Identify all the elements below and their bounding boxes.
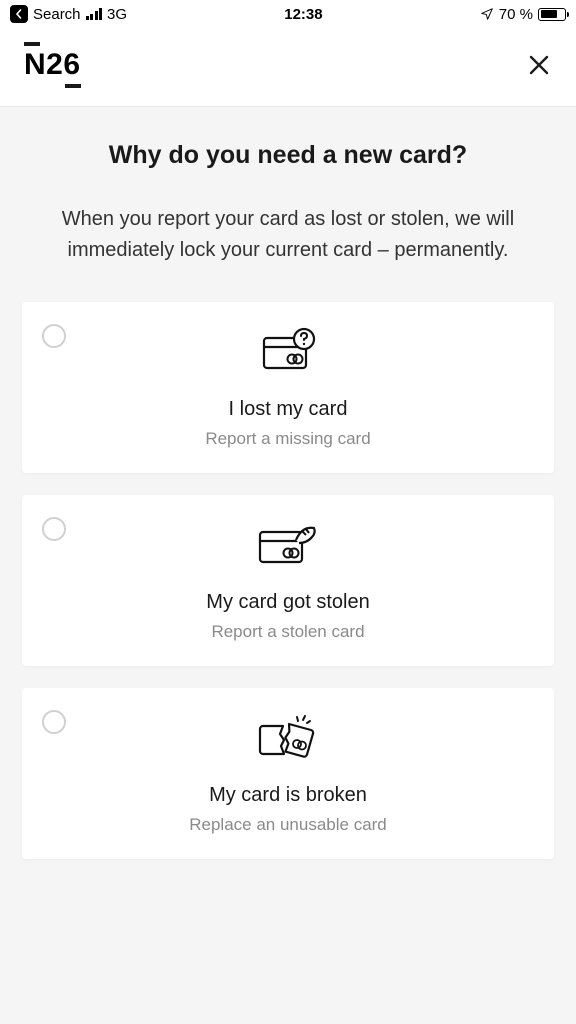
status-time: 12:38: [284, 6, 322, 23]
battery-percent: 70 %: [499, 6, 533, 23]
search-label[interactable]: Search: [33, 6, 81, 23]
option-title: I lost my card: [42, 398, 534, 421]
close-icon: [528, 54, 550, 76]
card-stolen-icon: [42, 517, 534, 571]
option-subtitle: Replace an unusable card: [42, 815, 534, 835]
option-broken-card[interactable]: My card is broken Replace an unusable ca…: [22, 688, 554, 859]
option-stolen-card[interactable]: My card got stolen Report a stolen card: [22, 495, 554, 666]
status-left: Search 3G: [10, 5, 127, 23]
option-subtitle: Report a stolen card: [42, 622, 534, 642]
signal-icon: [86, 8, 103, 20]
page-title: Why do you need a new card?: [22, 141, 554, 170]
option-title: My card got stolen: [42, 591, 534, 614]
option-lost-card[interactable]: I lost my card Report a missing card: [22, 302, 554, 473]
network-type: 3G: [107, 6, 127, 23]
card-lost-icon: [42, 324, 534, 378]
option-subtitle: Report a missing card: [42, 429, 534, 449]
location-icon: [480, 7, 494, 21]
battery-icon: [538, 8, 566, 21]
app-header: N26: [0, 28, 576, 107]
radio-input[interactable]: [42, 324, 66, 348]
close-button[interactable]: [526, 52, 552, 78]
status-right: 70 %: [480, 6, 566, 23]
status-bar: Search 3G 12:38 70 %: [0, 0, 576, 28]
back-to-search-icon[interactable]: [10, 5, 28, 23]
radio-input[interactable]: [42, 517, 66, 541]
option-title: My card is broken: [42, 784, 534, 807]
radio-input[interactable]: [42, 710, 66, 734]
page-subtitle: When you report your card as lost or sto…: [22, 204, 554, 266]
card-broken-icon: [42, 710, 534, 764]
content: Why do you need a new card? When you rep…: [0, 107, 576, 903]
logo[interactable]: N26: [24, 48, 81, 82]
